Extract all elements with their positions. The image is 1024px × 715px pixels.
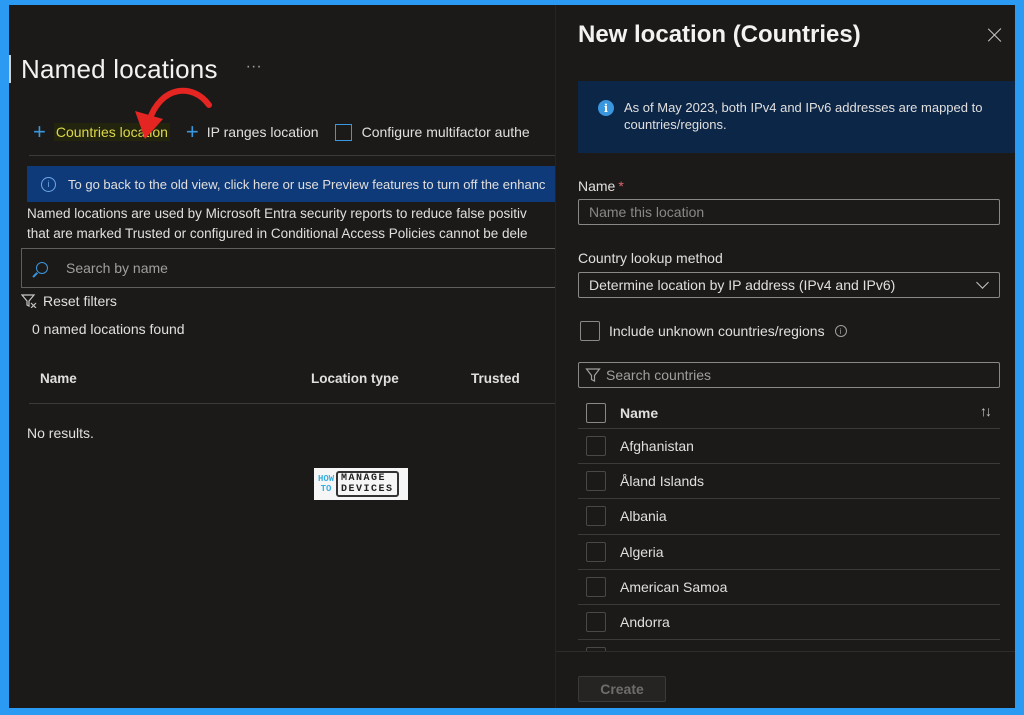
- column-header-trusted[interactable]: Trusted: [471, 371, 520, 386]
- country-name: Algeria: [620, 543, 664, 560]
- search-input[interactable]: Search by name: [21, 248, 561, 288]
- page-description: Named locations are used by Microsoft En…: [27, 204, 557, 244]
- list-item[interactable]: Afghanistan: [578, 429, 1000, 465]
- column-header-location-type[interactable]: Location type: [311, 371, 399, 386]
- configure-mfa-button[interactable]: Configure multifactor authe: [334, 123, 530, 141]
- list-item[interactable]: Albania: [578, 499, 1000, 535]
- logo-how: HOW: [318, 474, 335, 484]
- country-name: Afghanistan: [620, 438, 694, 455]
- sort-icon[interactable]: ↑↓: [980, 403, 992, 419]
- panel-info-text: As of May 2023, both IPv4 and IPv6 addre…: [624, 100, 983, 132]
- list-header-name[interactable]: Name: [620, 405, 658, 421]
- logo-devices: DEVICES: [341, 484, 394, 495]
- named-locations-page: Named locations ··· + Countries location…: [9, 5, 561, 708]
- info-icon: i: [598, 100, 614, 116]
- search-icon: [36, 262, 48, 274]
- country-checkbox[interactable]: [586, 506, 606, 527]
- plus-icon: +: [33, 119, 46, 144]
- close-icon[interactable]: [985, 25, 1005, 45]
- country-name: Åland Islands: [620, 473, 705, 490]
- include-unknown-checkbox-row[interactable]: Include unknown countries/regions i: [580, 321, 847, 341]
- search-countries-placeholder: Search countries: [606, 367, 712, 383]
- reset-filters-button[interactable]: Reset filters: [21, 293, 117, 309]
- filter-reset-icon: [21, 294, 37, 308]
- countries-location-button[interactable]: + Countries location: [33, 121, 170, 143]
- required-indicator: *: [618, 178, 624, 194]
- name-label-text: Name: [578, 178, 616, 194]
- country-checkbox[interactable]: [586, 471, 606, 492]
- name-placeholder: Name this location: [589, 204, 705, 220]
- country-name: American Samoa: [620, 578, 728, 595]
- toolbar-divider: [29, 155, 555, 156]
- countries-list[interactable]: Afghanistan Åland Islands Albania Algeri…: [578, 429, 1000, 651]
- country-checkbox[interactable]: [586, 436, 606, 457]
- country-checkbox[interactable]: [586, 612, 606, 633]
- external-link-icon: [334, 123, 352, 141]
- include-unknown-label: Include unknown countries/regions: [609, 323, 825, 339]
- more-options-button[interactable]: ···: [246, 58, 262, 76]
- create-button[interactable]: Create: [578, 676, 666, 702]
- country-checkbox[interactable]: [586, 576, 606, 597]
- app-frame: Named locations ··· + Countries location…: [9, 5, 1015, 708]
- list-item[interactable]: Algeria: [578, 535, 1000, 570]
- no-results-message: No results.: [27, 425, 94, 441]
- list-item-partial[interactable]: [578, 640, 1000, 651]
- results-count: 0 named locations found: [32, 321, 185, 337]
- search-placeholder: Search by name: [66, 260, 168, 276]
- panel-info-banner: i As of May 2023, both IPv4 and IPv6 add…: [578, 81, 1015, 153]
- preview-info-banner[interactable]: i To go back to the old view, click here…: [27, 166, 555, 202]
- countries-location-label: Countries location: [53, 123, 170, 141]
- include-unknown-checkbox[interactable]: [580, 321, 600, 341]
- column-header-name[interactable]: Name: [40, 371, 77, 386]
- logo-manage: MANAGE: [341, 473, 387, 484]
- countries-list-header: Name ↑↓: [578, 397, 1000, 429]
- description-line: that are marked Trusted or configured in…: [27, 226, 528, 241]
- title-separator: [9, 55, 11, 83]
- name-input[interactable]: Name this location: [578, 199, 1000, 225]
- list-item[interactable]: American Samoa: [578, 570, 1000, 605]
- country-name: Albania: [620, 508, 667, 525]
- lookup-method-value: Determine location by IP address (IPv4 a…: [589, 277, 896, 293]
- configure-mfa-label: Configure multifactor authe: [361, 124, 530, 140]
- command-bar: + Countries location + IP ranges locatio…: [33, 121, 546, 143]
- panel-title: New location (Countries): [578, 21, 861, 48]
- info-icon[interactable]: i: [834, 325, 847, 337]
- list-item[interactable]: Andorra: [578, 605, 1000, 641]
- table-header: Name Location type Trusted: [29, 371, 555, 403]
- page-header: Named locations ···: [9, 49, 262, 89]
- logo-manage-devices: MANAGE DEVICES: [336, 471, 399, 497]
- banner-text: To go back to the old view, click here o…: [68, 176, 546, 192]
- country-name: Andorra: [620, 614, 670, 631]
- new-location-panel: New location (Countries) i As of May 202…: [555, 5, 1015, 708]
- description-line: Named locations are used by Microsoft En…: [27, 206, 527, 221]
- filter-icon: [585, 368, 601, 382]
- ip-ranges-location-label: IP ranges location: [206, 124, 319, 140]
- logo-how-to: HOW TO: [318, 474, 334, 494]
- list-item[interactable]: Åland Islands: [578, 464, 1000, 500]
- howtomanagedevices-logo: HOW TO MANAGE DEVICES: [314, 468, 408, 500]
- logo-to: TO: [320, 484, 332, 494]
- search-countries-input[interactable]: Search countries: [578, 362, 1000, 388]
- table-header-divider: [29, 403, 555, 404]
- info-icon: i: [41, 176, 56, 192]
- plus-icon: +: [185, 119, 199, 144]
- name-label: Name *: [578, 178, 624, 194]
- select-all-checkbox[interactable]: [586, 402, 606, 423]
- panel-footer: Create: [556, 651, 1015, 708]
- page-title: Named locations: [21, 53, 218, 84]
- chevron-down-icon: [976, 276, 989, 289]
- lookup-method-label: Country lookup method: [578, 250, 723, 266]
- reset-filters-label: Reset filters: [43, 293, 117, 309]
- ip-ranges-location-button[interactable]: + IP ranges location: [186, 121, 319, 143]
- lookup-method-select[interactable]: Determine location by IP address (IPv4 a…: [578, 272, 1000, 298]
- country-checkbox[interactable]: [586, 541, 606, 562]
